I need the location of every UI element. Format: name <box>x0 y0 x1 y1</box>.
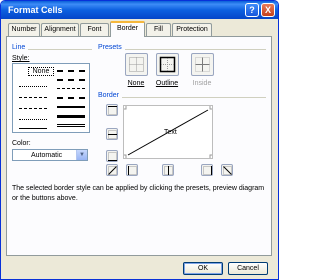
tab-border[interactable]: Border <box>110 21 145 37</box>
cancel-button[interactable]: Cancel <box>228 262 268 275</box>
preset-inside-label: Inside <box>192 80 212 87</box>
chevron-down-icon[interactable]: ▼ <box>76 150 87 160</box>
line-style-thin[interactable] <box>19 128 47 129</box>
line-style-dashed[interactable] <box>19 108 47 109</box>
line-style-none[interactable]: None <box>28 67 54 76</box>
border-top-button[interactable] <box>106 104 118 116</box>
preset-none-icon <box>129 57 144 72</box>
border-diagonal-up-icon <box>108 166 117 175</box>
color-label: Color: <box>12 140 31 147</box>
border-left-button[interactable] <box>126 164 138 176</box>
border-preview[interactable]: Text <box>123 105 213 159</box>
line-color-value: Automatic <box>31 152 63 159</box>
preset-outline-icon <box>159 56 176 73</box>
border-right-icon <box>203 166 212 175</box>
format-cells-dialog: Format Cells ? X Number Alignment Font B… <box>0 0 279 280</box>
info-text: The selected border style can be applied… <box>12 185 265 202</box>
tab-alignment[interactable]: Alignment <box>41 23 79 36</box>
preset-outline-button[interactable] <box>156 53 179 76</box>
preset-inside-icon <box>195 57 210 72</box>
line-style-medium[interactable] <box>57 106 85 108</box>
border-inside-vertical-icon <box>164 166 173 175</box>
tab-number[interactable]: Number <box>8 23 40 36</box>
title-bar[interactable]: Format Cells ? X <box>1 1 278 19</box>
line-style-thick[interactable] <box>57 115 85 118</box>
border-diagonal-down-button[interactable] <box>221 164 233 176</box>
border-diagonal-down-icon <box>223 166 232 175</box>
line-color-select[interactable]: Automatic ▼ <box>12 149 88 161</box>
close-button[interactable]: X <box>261 3 275 17</box>
preset-none-label: None <box>127 80 145 87</box>
border-bottom-button[interactable] <box>106 150 118 162</box>
line-style-double[interactable] <box>57 124 85 127</box>
tab-font[interactable]: Font <box>80 23 109 36</box>
border-group-divider <box>98 97 266 98</box>
tab-fill[interactable]: Fill <box>146 23 171 36</box>
line-style-dash-dot[interactable] <box>19 97 47 98</box>
ok-button[interactable]: OK <box>183 262 223 275</box>
line-style-dotted[interactable] <box>19 119 47 120</box>
line-style-hair-dotted[interactable] <box>19 86 47 87</box>
line-style-slanted-dash-dot[interactable] <box>57 88 85 89</box>
preview-text: Text <box>164 129 177 136</box>
line-style-medium-dash-dot-dot[interactable] <box>57 79 85 81</box>
preset-inside-button[interactable] <box>191 53 214 76</box>
border-left-icon <box>128 166 137 175</box>
line-style-medium-dashed[interactable] <box>57 70 85 72</box>
dialog-title: Format Cells <box>8 5 63 15</box>
border-bottom-icon <box>108 152 117 161</box>
line-style-list[interactable]: None <box>12 63 90 133</box>
border-inside-horizontal-button[interactable] <box>106 128 118 140</box>
tab-protection[interactable]: Protection <box>172 23 212 36</box>
preset-none-button[interactable] <box>125 53 148 76</box>
border-diagonal-up-button[interactable] <box>106 164 118 176</box>
border-right-button[interactable] <box>201 164 213 176</box>
line-style-medium-dash-dot[interactable] <box>57 97 85 99</box>
line-group-title: Line <box>12 44 29 51</box>
border-inside-vertical-button[interactable] <box>162 164 174 176</box>
style-label: Style: <box>12 55 30 62</box>
border-top-icon <box>108 106 117 115</box>
border-group-title: Border <box>98 92 123 99</box>
presets-group-title: Presets <box>98 44 125 51</box>
border-inside-horizontal-icon <box>108 130 117 139</box>
help-button[interactable]: ? <box>245 3 259 17</box>
preset-outline-label: Outline <box>155 80 179 87</box>
